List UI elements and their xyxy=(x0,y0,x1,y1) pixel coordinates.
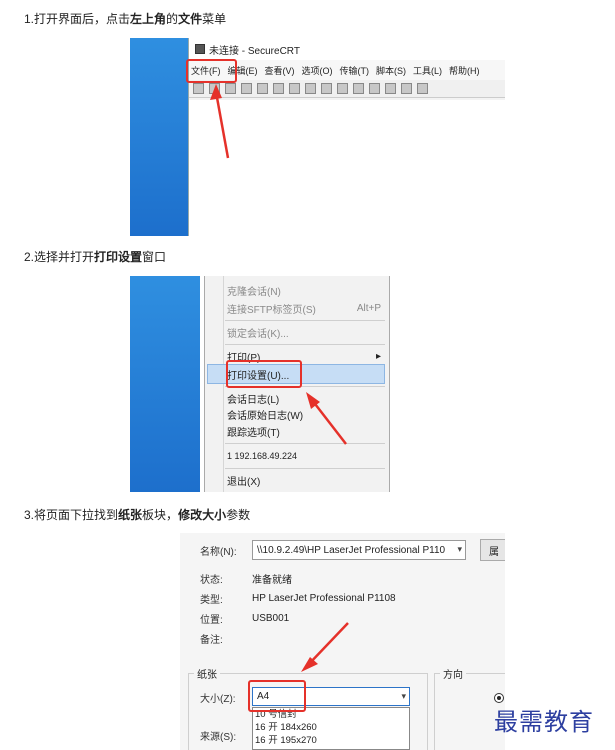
red-arrow-icon xyxy=(301,622,349,672)
watermark-logo: 最需教育 xyxy=(494,708,594,736)
step-number: 1. xyxy=(24,12,35,26)
caption-text: 打开界面后，点击 xyxy=(34,12,131,26)
red-arrow-icon xyxy=(306,392,347,445)
caption-bold: 左上角 xyxy=(130,12,167,26)
print-setup-dialog-screenshot: 名称(N): \\10.9.2.49\HP LaserJet Professio… xyxy=(180,533,505,750)
file-menu-screenshot: 克隆会话(N) 连接SFTP标签页(S) Alt+P 锁定会话(K)... 打印(… xyxy=(130,276,390,492)
caption-text: 参数 xyxy=(226,508,251,522)
caption-bold: 打印设置 xyxy=(94,250,143,264)
red-arrow-icon xyxy=(210,84,230,159)
step-1-caption: 1.打开界面后，点击左上角的文件菜单 xyxy=(24,10,226,27)
caption-text: 将页面下拉找到 xyxy=(34,508,119,522)
caption-text: 的 xyxy=(166,12,179,26)
step-number: 3. xyxy=(24,508,35,522)
caption-bold: 纸张 xyxy=(118,508,143,522)
step-3-caption: 3.将页面下拉找到纸张板块，修改大小参数 xyxy=(24,506,250,523)
caption-text: 选择并打开 xyxy=(34,250,95,264)
step-number: 2. xyxy=(24,250,35,264)
step-2-caption: 2.选择并打开打印设置窗口 xyxy=(24,248,166,265)
caption-text: 板块， xyxy=(142,508,179,522)
securecrt-window-screenshot: 未连接 - SecureCRT 文件(F) 编辑(E) 查看(V) 选项(O) … xyxy=(130,38,505,236)
caption-text: 菜单 xyxy=(202,12,227,26)
caption-bold: 文件 xyxy=(178,12,203,26)
caption-text: 窗口 xyxy=(142,250,167,264)
caption-bold: 修改大小 xyxy=(178,508,227,522)
